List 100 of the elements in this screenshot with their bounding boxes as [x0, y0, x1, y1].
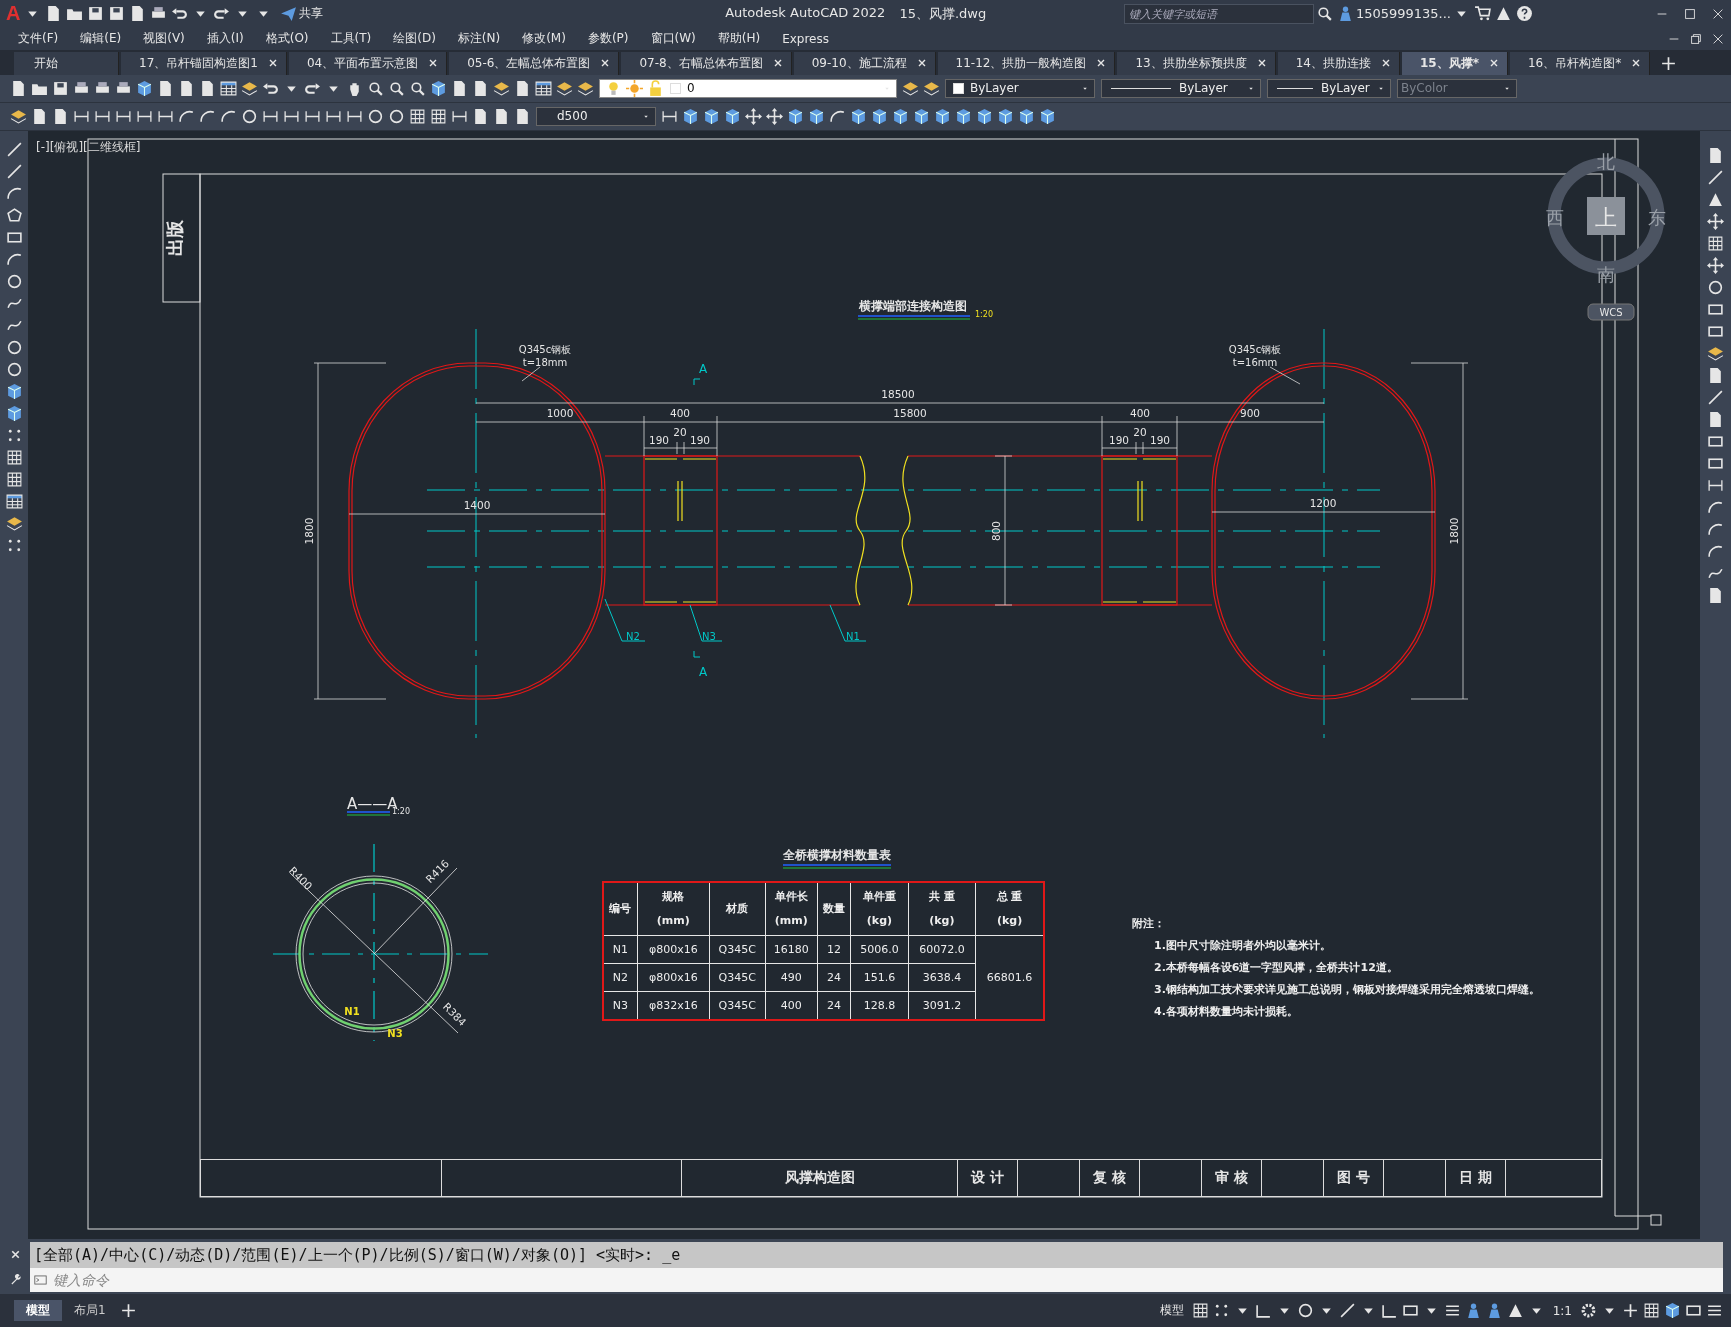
compass-label[interactable]: 南 — [1597, 263, 1615, 285]
cube-icon[interactable] — [5, 382, 23, 400]
close-icon[interactable] — [1380, 58, 1391, 69]
document-icon[interactable] — [1707, 586, 1724, 604]
close-icon[interactable] — [1256, 58, 1267, 69]
table-icon[interactable] — [220, 79, 237, 97]
settings-icon[interactable] — [1580, 1302, 1597, 1320]
color-dropdown[interactable]: ByLayer — [945, 78, 1095, 98]
menu-item[interactable]: 编辑(E) — [80, 30, 134, 48]
cube-icon[interactable] — [1018, 107, 1035, 125]
plus-icon[interactable] — [119, 1302, 137, 1320]
angle-icon[interactable] — [1380, 1302, 1398, 1320]
grid-icon[interactable] — [409, 107, 426, 125]
document-icon[interactable] — [10, 79, 27, 97]
cube-icon[interactable] — [808, 107, 825, 125]
file-tab[interactable]: 11-12、拱肋一般构造图 — [937, 51, 1116, 75]
close-icon[interactable] — [267, 58, 278, 69]
file-tab[interactable]: 开始 — [14, 51, 119, 75]
model-space-button[interactable]: 模型 — [1153, 1300, 1190, 1322]
wcs-button[interactable]: WCS — [1587, 303, 1635, 321]
plus-icon[interactable] — [1660, 54, 1678, 72]
cart-icon[interactable] — [1474, 5, 1491, 23]
cube-icon[interactable] — [724, 107, 741, 125]
document-icon[interactable] — [472, 79, 489, 97]
search-field[interactable]: 键入关键字或短语 — [1123, 4, 1314, 24]
cube-icon[interactable] — [934, 107, 951, 125]
triangle-icon[interactable] — [1495, 5, 1512, 23]
document-icon[interactable] — [514, 79, 531, 97]
menu-item[interactable]: 窗口(W) — [650, 30, 708, 48]
layers-icon[interactable] — [493, 79, 510, 97]
grid-icon[interactable] — [5, 448, 23, 466]
file-tab[interactable]: 09-10、施工流程 — [793, 51, 936, 75]
linetype-dropdown[interactable]: ByLayer — [1101, 78, 1261, 98]
document-icon[interactable] — [199, 79, 216, 97]
menu-item[interactable]: 参数(P) — [587, 30, 641, 48]
document-icon[interactable] — [178, 79, 195, 97]
menu-item[interactable]: 帮助(H) — [717, 30, 773, 48]
close-icon[interactable] — [1711, 7, 1725, 21]
circle-icon[interactable] — [241, 107, 258, 125]
layers-icon[interactable] — [577, 79, 594, 97]
file-tab[interactable]: 17、吊杆锚固构造图1 — [121, 51, 287, 75]
line-icon[interactable] — [5, 162, 23, 180]
angle-icon[interactable] — [1254, 1302, 1272, 1320]
move-icon[interactable] — [1707, 256, 1724, 274]
layers-icon[interactable] — [5, 514, 23, 532]
magnifier-icon[interactable] — [409, 79, 426, 97]
cube-icon[interactable] — [997, 107, 1014, 125]
document-icon[interactable] — [514, 107, 531, 125]
file-tab[interactable]: 05-6、左幅总体布置图 — [449, 51, 620, 75]
triangle-icon[interactable] — [1707, 190, 1724, 208]
search-icon[interactable] — [1315, 5, 1333, 23]
document-icon[interactable] — [157, 79, 174, 97]
layers-icon[interactable] — [923, 79, 940, 97]
layers-icon[interactable] — [902, 79, 919, 97]
circle-icon[interactable] — [367, 107, 384, 125]
viewport-label[interactable]: [-][俯视][二维线框] — [36, 138, 141, 156]
menu-item[interactable]: 文件(F) — [18, 30, 71, 48]
file-tab[interactable]: 07-8、右幅总体布置图 — [621, 51, 792, 75]
share-button[interactable]: 共享 — [274, 5, 328, 23]
magnifier-icon[interactable] — [367, 79, 384, 97]
grid-icon[interactable] — [1643, 1302, 1660, 1320]
cube-icon[interactable] — [1039, 107, 1056, 125]
grid-icon[interactable] — [5, 470, 23, 488]
close-icon[interactable] — [1488, 58, 1499, 69]
magnifier-icon[interactable] — [388, 79, 405, 97]
file-tab[interactable]: 16、吊杆构造图* — [1509, 51, 1651, 75]
close-icon[interactable] — [428, 58, 439, 69]
polygon-icon[interactable] — [5, 206, 23, 224]
terminal-icon[interactable] — [30, 1268, 51, 1293]
document-icon[interactable] — [1707, 366, 1724, 384]
close-icon[interactable] — [1631, 58, 1642, 69]
close-icon[interactable] — [772, 58, 783, 69]
menu-item[interactable]: 插入(I) — [206, 30, 256, 48]
grid-icon[interactable] — [430, 107, 447, 125]
layout-tab[interactable]: 模型 — [14, 1300, 62, 1322]
document-icon[interactable] — [451, 79, 468, 97]
cube-icon[interactable] — [871, 107, 888, 125]
document-icon[interactable] — [31, 107, 48, 125]
circle-icon[interactable] — [1707, 278, 1724, 296]
circle-icon[interactable] — [5, 338, 23, 356]
table-icon[interactable] — [5, 492, 23, 510]
help-icon[interactable] — [1516, 5, 1533, 23]
dimension-style-dropdown[interactable]: d500 — [536, 106, 656, 126]
file-tab[interactable]: 13、拱肋坐标预拱度 — [1117, 51, 1276, 75]
plus-icon[interactable] — [1622, 1302, 1639, 1320]
layers-icon[interactable] — [241, 79, 258, 97]
circle-icon[interactable] — [5, 272, 23, 290]
cube-icon[interactable] — [1664, 1302, 1681, 1320]
restore-icon[interactable] — [1689, 31, 1703, 46]
circle-icon[interactable] — [5, 360, 23, 378]
move-icon[interactable] — [745, 107, 762, 125]
close-icon[interactable] — [916, 58, 927, 69]
document-icon[interactable] — [1707, 146, 1724, 164]
cube-icon[interactable] — [136, 79, 153, 97]
cube-icon[interactable] — [976, 107, 993, 125]
line-icon[interactable] — [1707, 168, 1724, 186]
document-icon[interactable] — [493, 107, 510, 125]
user-name[interactable]: 1505999135... — [1355, 6, 1451, 22]
cube-icon[interactable] — [787, 107, 804, 125]
layers-icon[interactable] — [556, 79, 573, 97]
